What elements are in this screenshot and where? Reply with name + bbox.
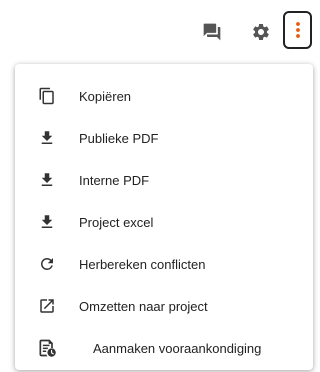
comment-icon xyxy=(202,22,222,42)
open-in-new-icon xyxy=(37,296,57,316)
download-icon xyxy=(37,170,57,190)
menu-item-public-pdf[interactable]: Publieke PDF xyxy=(15,117,313,159)
menu-item-copy[interactable]: Kopiëren xyxy=(15,75,313,117)
settings-button[interactable] xyxy=(248,19,274,45)
refresh-icon xyxy=(37,254,57,274)
menu-item-label: Interne PDF xyxy=(79,172,150,188)
more-vert-icon xyxy=(295,21,301,39)
menu-item-convert-to-project[interactable]: Omzetten naar project xyxy=(15,285,313,327)
menu-item-label: Omzetten naar project xyxy=(79,298,208,314)
comments-button[interactable] xyxy=(199,19,225,45)
gear-icon xyxy=(251,22,271,42)
menu-item-create-pre-announcement[interactable]: Aanmaken vooraankondiging xyxy=(15,327,313,369)
download-icon xyxy=(37,212,57,232)
menu-item-label: Publieke PDF xyxy=(79,130,159,146)
document-clock-icon xyxy=(37,338,57,358)
copy-icon xyxy=(37,86,57,106)
menu-item-project-excel[interactable]: Project excel xyxy=(15,201,313,243)
download-icon xyxy=(37,128,57,148)
menu-item-label: Project excel xyxy=(79,214,154,230)
more-options-button[interactable] xyxy=(283,11,312,49)
menu-item-label: Herbereken conflicten xyxy=(79,256,206,272)
options-menu: Kopiëren Publieke PDF Interne PDF Projec… xyxy=(15,64,313,370)
menu-item-label: Aanmaken vooraankondiging xyxy=(93,340,262,356)
menu-item-recalculate-conflicts[interactable]: Herbereken conflicten xyxy=(15,243,313,285)
toolbar xyxy=(0,0,315,64)
menu-item-label: Kopiëren xyxy=(79,88,132,104)
menu-item-internal-pdf[interactable]: Interne PDF xyxy=(15,159,313,201)
